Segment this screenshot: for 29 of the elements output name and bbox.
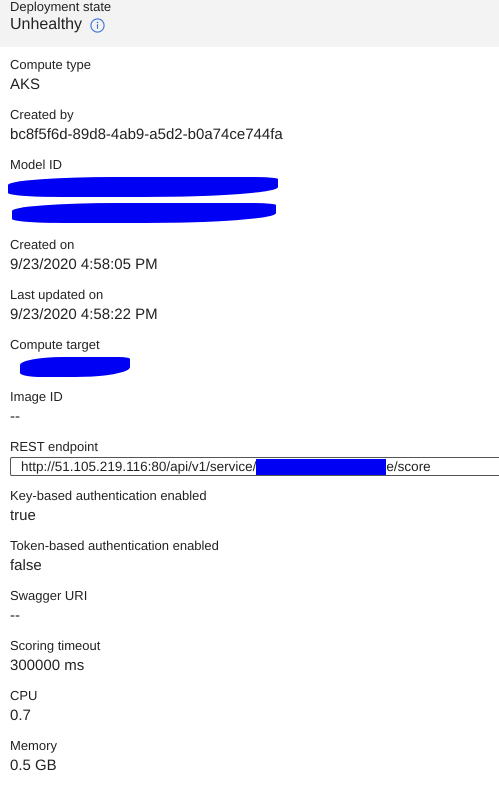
field-label: REST endpoint (10, 438, 99, 456)
field-label: Key-based authentication enabled (10, 487, 208, 505)
field-label: Compute type (10, 56, 92, 74)
field-label: Image ID (10, 388, 64, 406)
field-label: Compute target (10, 336, 101, 354)
field-label: Token-based authentication enabled (10, 537, 220, 555)
field-value: 9/23/2020 4:58:22 PM (10, 305, 159, 325)
field-label: Swagger URI (10, 587, 88, 605)
field-value: 0.5 GB (10, 756, 58, 776)
field-value: bc8f5f6d-89d8-4ab9-a5d2-b0a74ce744fa (10, 125, 284, 145)
field-label: Created on (10, 236, 76, 254)
field-label: Last updated on (10, 286, 104, 304)
field-label: Memory (10, 737, 58, 755)
field-label: Model ID (10, 156, 64, 174)
field-value: 9/23/2020 4:58:05 PM (10, 255, 159, 275)
status-value: Unhealthy (10, 15, 82, 35)
field-value: 0.7 (10, 706, 32, 726)
field-label: CPU (10, 687, 38, 705)
url-field[interactable]: http://51.105.219.116:80/api/v1/service/ e/score (10, 457, 499, 476)
field-label: Deployment state (10, 0, 112, 14)
field-value: -- (10, 407, 21, 427)
field-value: -- (10, 606, 21, 626)
field-value: 300000 ms (10, 656, 86, 676)
field-label: Created by (10, 106, 75, 124)
info-icon[interactable] (90, 18, 106, 32)
field-label: Scoring timeout (10, 637, 102, 655)
field-value: false (10, 556, 43, 576)
field-value: true (10, 506, 37, 526)
field-value: AKS (10, 75, 42, 95)
